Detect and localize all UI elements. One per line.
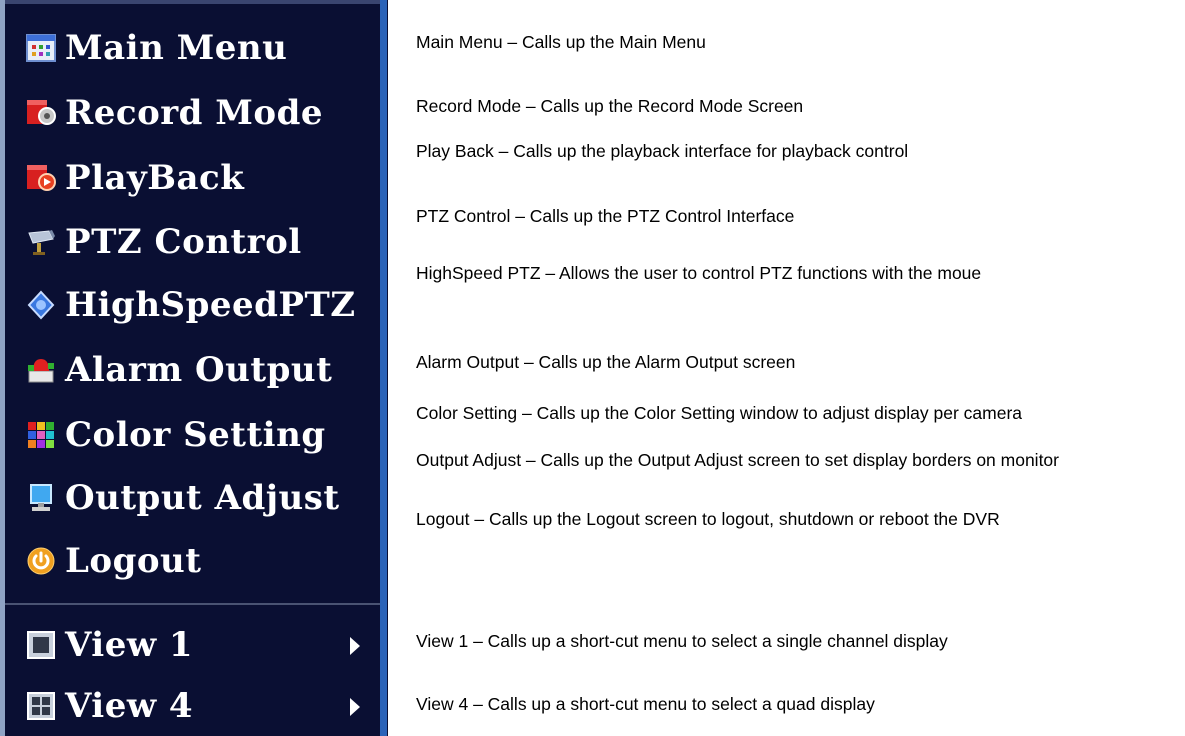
description-view-1: View 1 – Calls up a short-cut menu to se… xyxy=(416,631,948,651)
menu-divider xyxy=(5,603,380,605)
description-playback: Play Back – Calls up the playback interf… xyxy=(416,141,909,161)
power-icon xyxy=(23,544,59,578)
menu-item-label: Record Mode xyxy=(65,93,324,133)
playback-icon xyxy=(23,161,59,195)
menu-item-view-4[interactable]: View 4 xyxy=(5,676,380,736)
highspeed-ptz-icon xyxy=(23,288,59,322)
color-setting-icon xyxy=(23,418,59,452)
description-main-menu: Main Menu – Calls up the Main Menu xyxy=(416,32,706,52)
dvr-context-menu: Main Menu Record Mode PlayBack PTZ Contr… xyxy=(0,0,388,736)
menu-item-label: Output Adjust xyxy=(65,478,340,518)
description-record-mode: Record Mode – Calls up the Record Mode S… xyxy=(416,96,804,116)
menu-top-border xyxy=(0,0,384,4)
submenu-arrow-icon xyxy=(350,637,360,655)
submenu-arrow-icon xyxy=(350,698,360,716)
menu-item-label: Logout xyxy=(65,541,202,581)
menu-item-highspeed-ptz[interactable]: HighSpeedPTZ xyxy=(5,275,380,335)
menu-item-color-setting[interactable]: Color Setting xyxy=(5,405,380,465)
menu-item-logout[interactable]: Logout xyxy=(5,531,380,591)
ptz-camera-icon xyxy=(23,225,59,259)
description-logout: Logout – Calls up the Logout screen to l… xyxy=(416,509,1000,529)
single-view-icon xyxy=(23,628,59,662)
menu-item-label: Color Setting xyxy=(65,415,326,455)
menu-item-label: View 4 xyxy=(65,686,194,726)
description-color-setting: Color Setting – Calls up the Color Setti… xyxy=(416,403,1023,423)
menu-item-view-1[interactable]: View 1 xyxy=(5,615,380,675)
menu-item-main-menu[interactable]: Main Menu xyxy=(5,18,380,78)
menu-right-border xyxy=(380,0,387,736)
menu-item-label: View 1 xyxy=(65,625,194,665)
menu-item-label: PlayBack xyxy=(65,158,245,198)
menu-item-record-mode[interactable]: Record Mode xyxy=(5,83,380,143)
description-alarm-output: Alarm Output – Calls up the Alarm Output… xyxy=(416,352,796,372)
menu-item-alarm-output[interactable]: Alarm Output xyxy=(5,340,380,400)
menu-item-label: HighSpeedPTZ xyxy=(65,285,356,325)
alarm-output-icon xyxy=(23,353,59,387)
description-ptz-control: PTZ Control – Calls up the PTZ Control I… xyxy=(416,206,795,226)
menu-item-playback[interactable]: PlayBack xyxy=(5,148,380,208)
quad-view-icon xyxy=(23,689,59,723)
description-view-4: View 4 – Calls up a short-cut menu to se… xyxy=(416,694,875,714)
main-menu-icon xyxy=(23,31,59,65)
record-mode-icon xyxy=(23,96,59,130)
menu-item-label: Alarm Output xyxy=(65,350,333,390)
description-output-adjust: Output Adjust – Calls up the Output Adju… xyxy=(416,450,1059,470)
menu-item-label: PTZ Control xyxy=(65,222,302,262)
menu-item-ptz-control[interactable]: PTZ Control xyxy=(5,212,380,272)
monitor-icon xyxy=(23,481,59,515)
menu-item-label: Main Menu xyxy=(65,28,288,68)
menu-item-output-adjust[interactable]: Output Adjust xyxy=(5,468,380,528)
description-highspeed-ptz: HighSpeed PTZ – Allows the user to contr… xyxy=(416,263,982,283)
